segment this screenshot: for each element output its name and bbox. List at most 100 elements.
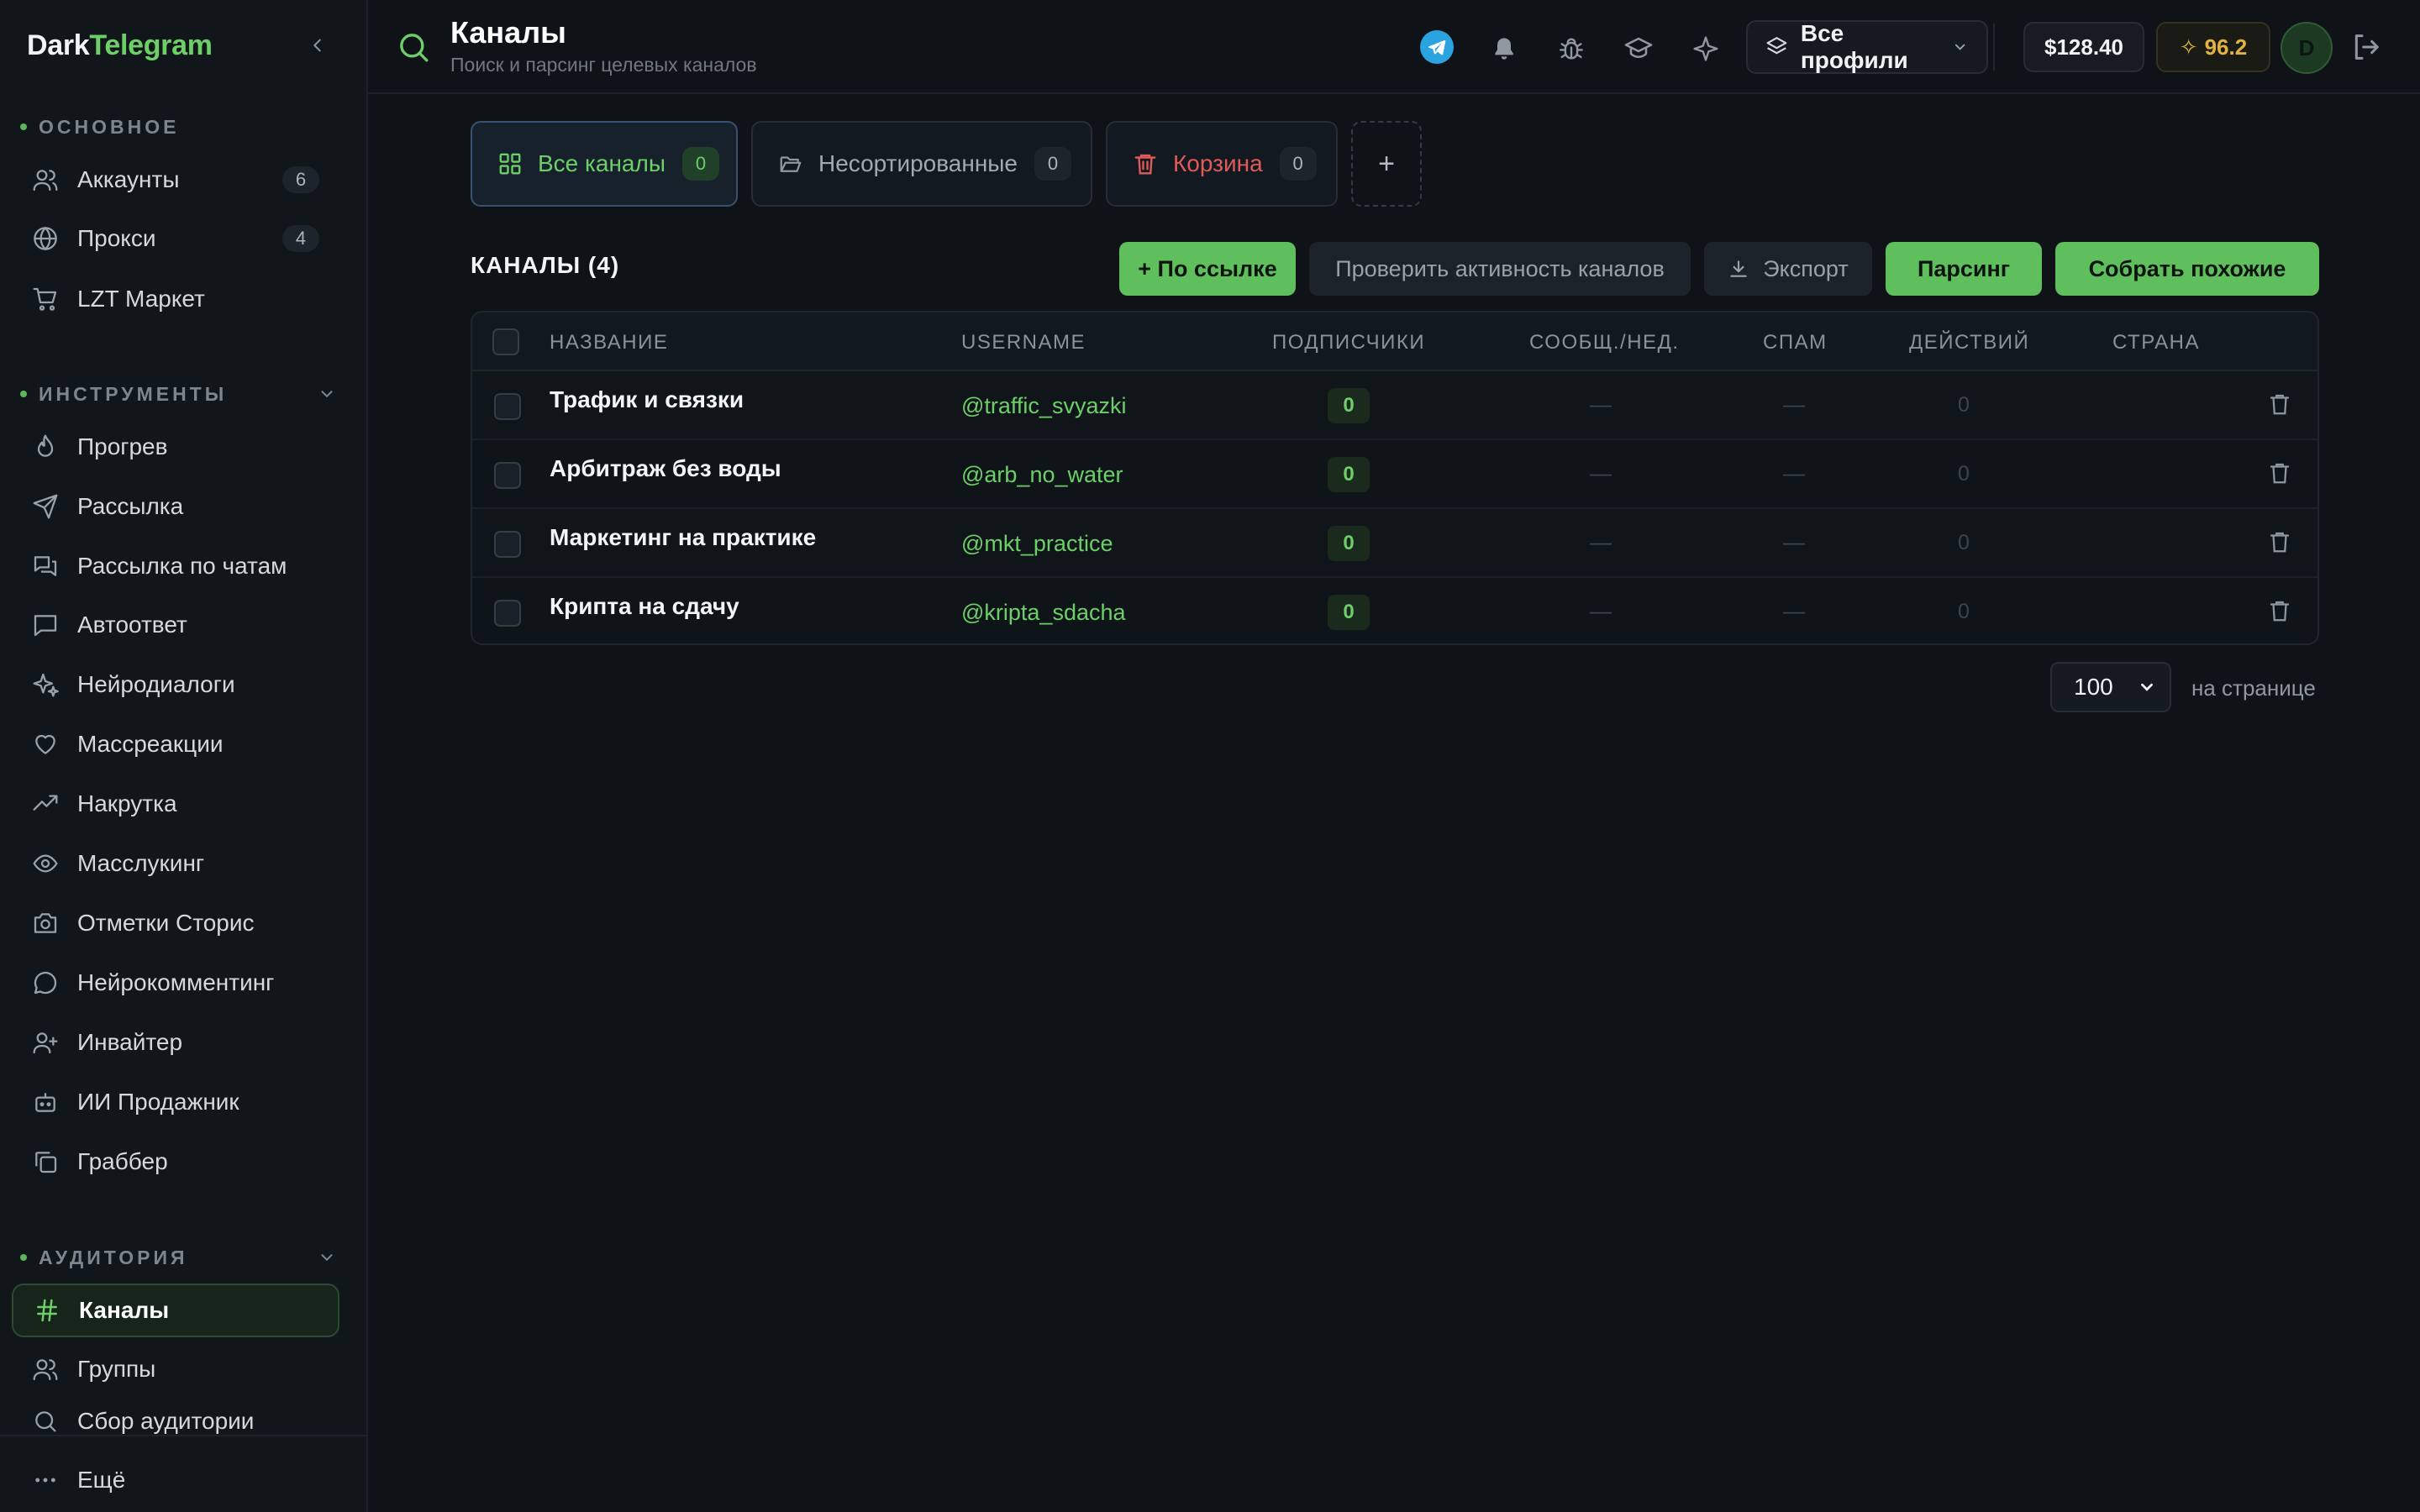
per-page-select[interactable]: 100: [2050, 662, 2171, 712]
delete-row-button[interactable]: [2267, 391, 2292, 417]
channel-name[interactable]: Трафик и связки: [550, 386, 744, 413]
profile-select-value: Все профили: [1800, 20, 1908, 73]
select-all-checkbox[interactable]: [492, 328, 519, 355]
section-audience-header[interactable]: АУДИТОРИЯ: [20, 1245, 336, 1270]
check-activity-button[interactable]: Проверить активность каналов: [1309, 242, 1691, 296]
users-icon: [30, 165, 60, 195]
sidebar-item-story-marks[interactable]: Отметки Сторис: [12, 896, 339, 950]
delete-row-button[interactable]: [2267, 529, 2292, 554]
section-dot: [20, 391, 27, 397]
folder-tab-all-channels[interactable]: Все каналы 0: [471, 121, 738, 207]
ai-features-button[interactable]: [1687, 30, 1724, 67]
row-checkbox[interactable]: [494, 600, 521, 627]
sidebar-item-accounts[interactable]: Аккаунты 6: [12, 153, 339, 207]
count-badge: 4: [282, 225, 319, 252]
sidebar-item-warmup[interactable]: Прогрев: [12, 420, 339, 474]
column-header-msgs-week[interactable]: СООБЩ./НЕД.: [1529, 331, 1680, 354]
avatar[interactable]: D: [2281, 22, 2333, 74]
collapse-sidebar-button[interactable]: [304, 30, 331, 60]
sidebar-item-label: ИИ Продажник: [77, 1089, 239, 1115]
column-header-username[interactable]: USERNAME: [961, 331, 1086, 354]
sidebar-item-audience-collect[interactable]: Сбор аудитории: [12, 1394, 339, 1435]
sidebar-item-neurocommenting[interactable]: Нейрокомментинг: [12, 956, 339, 1010]
column-header-name[interactable]: НАЗВАНИЕ: [550, 331, 668, 354]
sidebar-item-autoreply[interactable]: Автоответ: [12, 598, 339, 652]
sidebar-item-proxies[interactable]: Прокси 4: [12, 212, 339, 265]
sidebar-item-ai-seller[interactable]: ИИ Продажник: [12, 1075, 339, 1129]
row-checkbox[interactable]: [494, 462, 521, 489]
add-by-link-button[interactable]: + По ссылке: [1119, 242, 1296, 296]
sidebar-item-label: Накрутка: [77, 790, 177, 816]
balance-badge[interactable]: $128.40: [2023, 22, 2144, 72]
row-checkbox[interactable]: [494, 393, 521, 420]
delete-row-button[interactable]: [2267, 460, 2292, 486]
channel-username[interactable]: @kripta_sdacha: [961, 600, 1126, 626]
table-row[interactable]: Арбитраж без воды @arb_no_water 0 — — 0: [472, 440, 2317, 509]
sidebar-item-channels[interactable]: Каналы: [12, 1284, 339, 1337]
channel-username[interactable]: @traffic_svyazki: [961, 393, 1126, 419]
sidebar-item-inviter[interactable]: Инвайтер: [12, 1016, 339, 1069]
table-row[interactable]: Маркетинг на практике @mkt_practice 0 — …: [472, 509, 2317, 578]
brand-logo[interactable]: Dark Telegram: [27, 25, 213, 66]
brand-part-telegram: Telegram: [89, 29, 213, 61]
sidebar-item-label: Нейродиалоги: [77, 671, 235, 697]
education-button[interactable]: [1620, 30, 1657, 67]
sidebar-item-lzt-market[interactable]: LZT Маркет: [12, 272, 339, 326]
sidebar-item-more[interactable]: Ещё: [12, 1453, 339, 1507]
channel-username[interactable]: @mkt_practice: [961, 531, 1113, 557]
sidebar-item-grabber[interactable]: Граббер: [12, 1135, 339, 1189]
sidebar-item-chat-mailing[interactable]: Рассылка по чатам: [12, 539, 339, 593]
column-header-country[interactable]: СТРАНА: [2112, 331, 2200, 354]
export-button[interactable]: Экспорт: [1704, 242, 1872, 296]
table-row[interactable]: Трафик и связки @traffic_svyazki 0 — — 0: [472, 371, 2317, 440]
logout-button[interactable]: [2349, 30, 2383, 64]
channel-name[interactable]: Крипта на сдачу: [550, 593, 739, 620]
row-checkbox[interactable]: [494, 531, 521, 558]
profile-select[interactable]: Все профили: [1746, 20, 1988, 74]
page-subtitle: Поиск и парсинг целевых каналов: [450, 54, 757, 76]
search-icon: [30, 1406, 60, 1435]
notifications-button[interactable]: [1486, 30, 1523, 67]
column-header-spam[interactable]: СПАМ: [1763, 331, 1828, 354]
column-header-actions[interactable]: ДЕЙСТВИЙ: [1909, 331, 2029, 354]
collect-similar-button[interactable]: Собрать похожие: [2055, 242, 2319, 296]
sidebar-item-masslooking[interactable]: Масслукинг: [12, 837, 339, 890]
section-tools-header[interactable]: ИНСТРУМЕНТЫ: [20, 381, 336, 407]
rating-badge[interactable]: ✧ 96.2: [2156, 22, 2270, 72]
sidebar: Dark Telegram ОСНОВНОЕ Аккаунты 6 Прокси …: [0, 0, 368, 1512]
page-title: Каналы: [450, 15, 566, 50]
subscribers-count: 0: [1328, 388, 1370, 423]
chevron-down-icon: [321, 1254, 333, 1262]
table-row[interactable]: Крипта на сдачу @kripta_sdacha 0 — — 0: [472, 578, 2317, 643]
globe-icon: [30, 223, 60, 254]
folder-tab-trash[interactable]: Корзина 0: [1106, 121, 1338, 207]
folder-count-badge: 0: [1034, 147, 1072, 181]
channel-name[interactable]: Маркетинг на практике: [550, 524, 816, 551]
spam-value: —: [1783, 529, 1805, 554]
folder-tab-unsorted[interactable]: Несортированные 0: [751, 121, 1092, 207]
more-horizontal-icon: [30, 1465, 60, 1495]
column-header-subscribers[interactable]: ПОДПИСЧИКИ: [1272, 331, 1425, 354]
section-main-header: ОСНОВНОЕ: [20, 114, 336, 139]
sidebar-item-boost[interactable]: Накрутка: [12, 777, 339, 831]
delete-row-button[interactable]: [2267, 598, 2292, 623]
logout-icon: [2354, 34, 2379, 60]
sidebar-item-groups[interactable]: Группы: [12, 1342, 339, 1396]
chevron-down-icon: [321, 391, 333, 398]
export-button-label: Экспорт: [1763, 255, 1849, 281]
bug-report-button[interactable]: [1553, 30, 1590, 67]
flame-icon: [30, 432, 60, 462]
sidebar-item-mass-reactions[interactable]: Массреакции: [12, 717, 339, 771]
chevron-down-icon: [2141, 683, 2153, 691]
channel-name[interactable]: Арбитраж без воды: [550, 455, 781, 482]
sparkle-icon: [1693, 36, 1718, 61]
parsing-button[interactable]: Парсинг: [1886, 242, 2042, 296]
add-folder-button[interactable]: +: [1351, 121, 1422, 207]
telegram-button[interactable]: [1420, 30, 1454, 64]
sidebar-item-neurodialogs[interactable]: Нейродиалоги: [12, 658, 339, 711]
sidebar-item-mailing[interactable]: Рассылка: [12, 480, 339, 533]
trash-icon: [2270, 463, 2290, 484]
messages-per-week: —: [1590, 391, 1612, 417]
channel-username[interactable]: @arb_no_water: [961, 462, 1123, 488]
message-square-icon: [30, 610, 60, 640]
